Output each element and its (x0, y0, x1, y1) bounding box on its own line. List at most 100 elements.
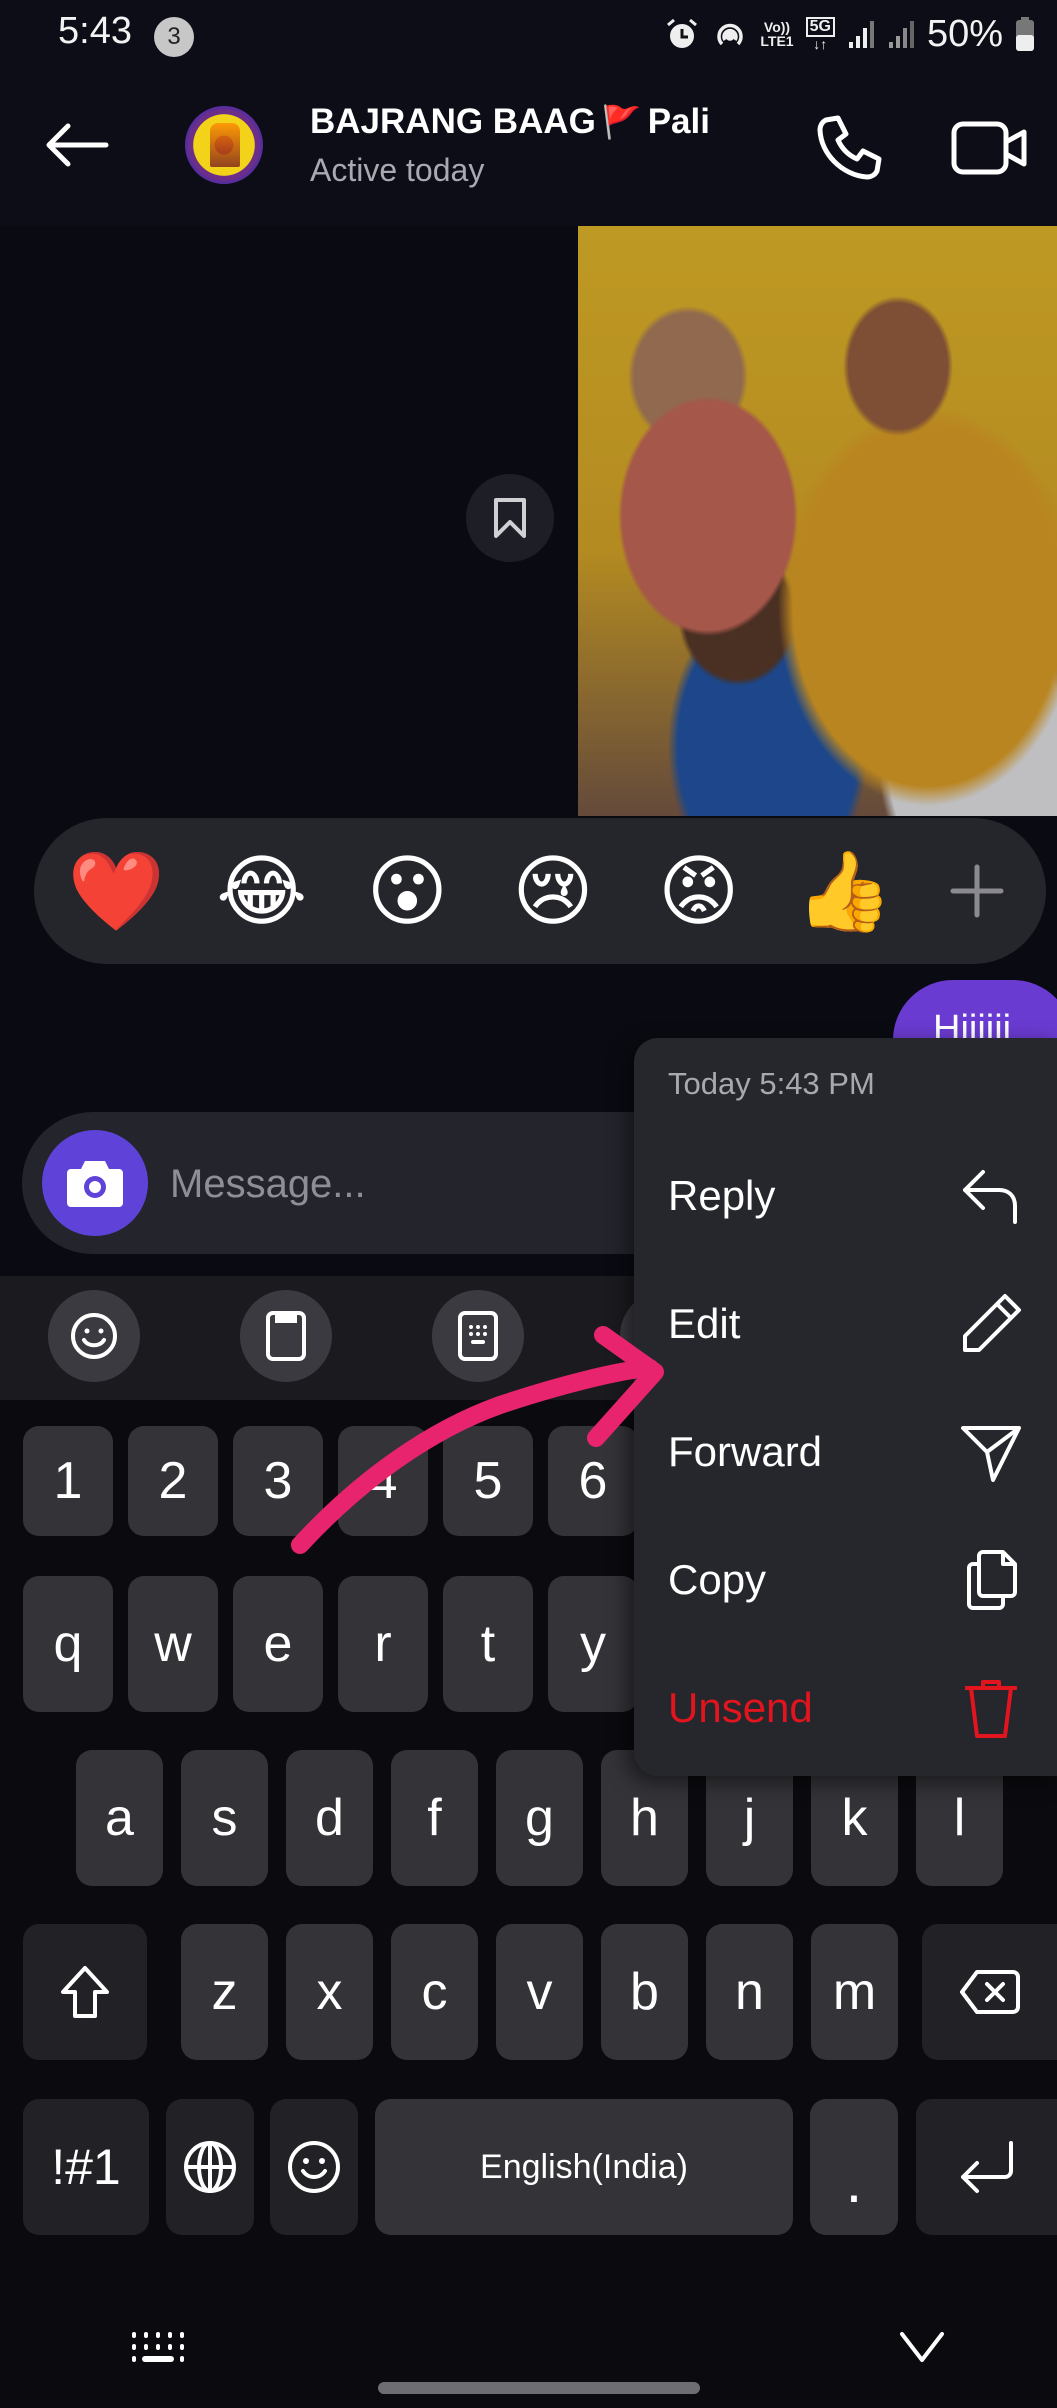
clipboard-button[interactable] (240, 1290, 332, 1382)
menu-item-reply[interactable]: Reply (634, 1132, 1057, 1260)
key-n[interactable]: n (706, 1924, 793, 2060)
reaction-heart[interactable]: ❤️ (67, 843, 164, 939)
key-v[interactable]: v (496, 1924, 583, 2060)
phone-icon (817, 115, 882, 180)
reaction-angry[interactable]: 😡 (651, 843, 747, 939)
key-1[interactable]: 1 (23, 1426, 113, 1536)
video-camera-icon (951, 121, 1027, 175)
key-2[interactable]: 2 (128, 1426, 218, 1536)
pencil-icon (963, 1294, 1021, 1352)
key-4[interactable]: 4 (338, 1426, 428, 1536)
shared-photo-message[interactable] (578, 226, 1057, 816)
menu-item-label: Edit (668, 1300, 741, 1347)
period-key[interactable]: . (810, 2099, 898, 2235)
key-s[interactable]: s (181, 1750, 268, 1886)
plus-icon (950, 864, 1004, 918)
back-button[interactable] (42, 120, 112, 170)
key-z[interactable]: z (181, 1924, 268, 2060)
menu-item-unsend[interactable]: Unsend (634, 1644, 1057, 1772)
status-icons: Vo)) LTE1 5G ↓↑ 50% (664, 12, 1035, 56)
symbols-label: !#1 (51, 2139, 121, 2195)
key-m[interactable]: m (811, 1924, 898, 2060)
5g-icon: 5G ↓↑ (805, 17, 835, 51)
key-x[interactable]: x (286, 1924, 373, 2060)
chat-name-text: BAJRANG BAAG (310, 102, 596, 141)
chat-status: Active today (310, 152, 485, 188)
emoji-keyboard-button[interactable] (48, 1290, 140, 1382)
space-key[interactable]: English(India) (375, 2099, 793, 2235)
save-button[interactable] (466, 474, 554, 562)
lte-label: LTE1 (760, 33, 794, 49)
backspace-icon (959, 1970, 1020, 2014)
backspace-key[interactable] (922, 1924, 1057, 2060)
flag-icon: 🚩 (601, 104, 642, 140)
key-e[interactable]: e (233, 1576, 323, 1712)
enter-key[interactable] (916, 2099, 1057, 2235)
chat-header: BAJRANG BAAG 🚩 Pali Active today (0, 70, 1057, 226)
home-indicator[interactable] (378, 2382, 700, 2394)
keypad-button[interactable] (432, 1290, 524, 1382)
reaction-crying[interactable]: 😢 (505, 843, 601, 939)
hide-keyboard-button[interactable] (898, 2328, 946, 2368)
key-5[interactable]: 5 (443, 1426, 533, 1536)
key-q[interactable]: q (23, 1576, 113, 1712)
bookmark-icon (494, 498, 526, 538)
more-reactions-button[interactable] (942, 843, 1012, 939)
notification-count-badge: 3 (154, 17, 194, 57)
key-a[interactable]: a (76, 1750, 163, 1886)
enter-icon (960, 2141, 1013, 2193)
camera-button[interactable] (42, 1130, 148, 1236)
battery-icon (1015, 16, 1035, 52)
menu-item-forward[interactable]: Forward (634, 1388, 1057, 1516)
key-c[interactable]: c (391, 1924, 478, 2060)
alarm-icon (664, 16, 700, 52)
avatar[interactable] (185, 106, 263, 184)
key-w[interactable]: w (128, 1576, 218, 1712)
key-t[interactable]: t (443, 1576, 533, 1712)
keypad-icon (458, 1311, 498, 1361)
reaction-surprised[interactable]: 😮 (359, 843, 455, 939)
signal-icon (887, 18, 915, 50)
menu-item-label: Unsend (668, 1684, 813, 1731)
reply-icon (963, 1170, 1017, 1224)
reaction-laughing[interactable]: 😂 (214, 843, 310, 939)
chevron-down-icon (900, 2332, 944, 2362)
key-6[interactable]: 6 (548, 1426, 638, 1536)
message-context-menu: Today 5:43 PM Reply Edit Forward Copy Un… (634, 1038, 1057, 1776)
shift-icon (61, 1966, 109, 2018)
video-call-button[interactable] (950, 116, 1030, 180)
status-bar: 5:43 3 Vo)) LTE1 5G ↓↑ 50% (0, 0, 1057, 70)
key-3[interactable]: 3 (233, 1426, 323, 1536)
message-timestamp: Today 5:43 PM (668, 1066, 875, 1101)
language-key[interactable] (166, 2099, 254, 2235)
signal-icon (847, 18, 875, 50)
camera-icon (67, 1161, 123, 1207)
voice-call-button[interactable] (812, 112, 884, 184)
clipboard-icon (266, 1311, 306, 1361)
message-input[interactable] (170, 1154, 670, 1214)
emoji-key[interactable] (270, 2099, 358, 2235)
symbols-key[interactable]: !#1 (23, 2099, 149, 2235)
key-d[interactable]: d (286, 1750, 373, 1886)
globe-icon (184, 2141, 236, 2193)
network-label: 5G (805, 17, 835, 37)
send-icon (961, 1426, 1021, 1482)
menu-item-edit[interactable]: Edit (634, 1260, 1057, 1388)
key-y[interactable]: y (548, 1576, 638, 1712)
switch-keyboard-button[interactable] (130, 2330, 186, 2370)
reaction-bar: ❤️ 😂 😮 😢 😡 👍 (34, 818, 1046, 964)
key-g[interactable]: g (496, 1750, 583, 1886)
reaction-thumbs-up[interactable]: 👍 (796, 843, 893, 939)
chat-name-suffix: Pali (647, 102, 710, 141)
message-composer (22, 1112, 722, 1254)
copy-icon (967, 1550, 1017, 1610)
menu-item-label: Forward (668, 1428, 823, 1475)
key-f[interactable]: f (391, 1750, 478, 1886)
chat-title[interactable]: BAJRANG BAAG 🚩 Pali (310, 102, 710, 142)
menu-item-label: Reply (668, 1172, 776, 1219)
menu-item-copy[interactable]: Copy (634, 1516, 1057, 1644)
key-b[interactable]: b (601, 1924, 688, 2060)
key-r[interactable]: r (338, 1576, 428, 1712)
shift-key[interactable] (23, 1924, 147, 2060)
trash-icon (965, 1680, 1017, 1738)
